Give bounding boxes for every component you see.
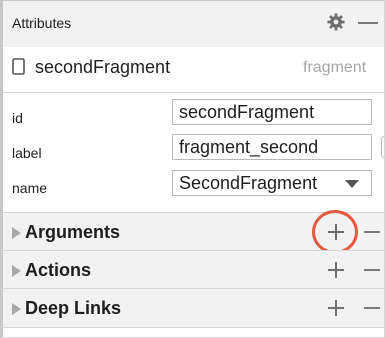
add-argument-plus-icon[interactable] [328, 224, 344, 240]
name-label: name [12, 180, 48, 196]
add-action-plus-icon[interactable] [328, 262, 344, 278]
destination-row: secondFragment fragment [3, 47, 384, 93]
name-select[interactable]: SecondFragment [172, 170, 372, 196]
expand-triangle-icon[interactable] [12, 227, 21, 239]
gear-icon[interactable] [327, 13, 345, 31]
section-arguments-label: Arguments [25, 222, 121, 242]
attributes-panel: Attributes secondFragment fragment id se… [0, 0, 385, 338]
section-actions-label: Actions [25, 260, 92, 280]
label-label: label [12, 145, 42, 161]
expand-triangle-icon[interactable] [12, 265, 21, 277]
label-field[interactable]: fragment_second [172, 134, 372, 160]
remove-action-minus-icon[interactable] [364, 269, 380, 271]
document-icon [12, 58, 25, 75]
expand-triangle-icon[interactable] [12, 303, 21, 315]
minimize-icon[interactable] [358, 22, 378, 24]
id-field[interactable]: secondFragment [172, 99, 372, 125]
destination-name: secondFragment [35, 57, 171, 77]
panel-title: Attributes [12, 15, 72, 31]
destination-type: fragment [303, 59, 367, 76]
panel-bottom-area [3, 327, 384, 337]
section-arguments[interactable]: Arguments [3, 210, 384, 254]
label-resource-button[interactable] [381, 136, 384, 158]
section-actions[interactable]: Actions [3, 250, 384, 289]
add-deep-link-plus-icon[interactable] [328, 300, 344, 316]
section-deep-links-label: Deep Links [25, 298, 122, 318]
name-select-value: SecondFragment [179, 173, 318, 193]
remove-argument-minus-icon[interactable] [364, 231, 380, 233]
panel-header: Attributes [3, 1, 384, 48]
section-deep-links[interactable]: Deep Links [3, 288, 384, 327]
remove-deep-link-minus-icon[interactable] [364, 307, 380, 309]
id-label: id [12, 110, 23, 126]
chevron-down-icon [345, 180, 359, 188]
